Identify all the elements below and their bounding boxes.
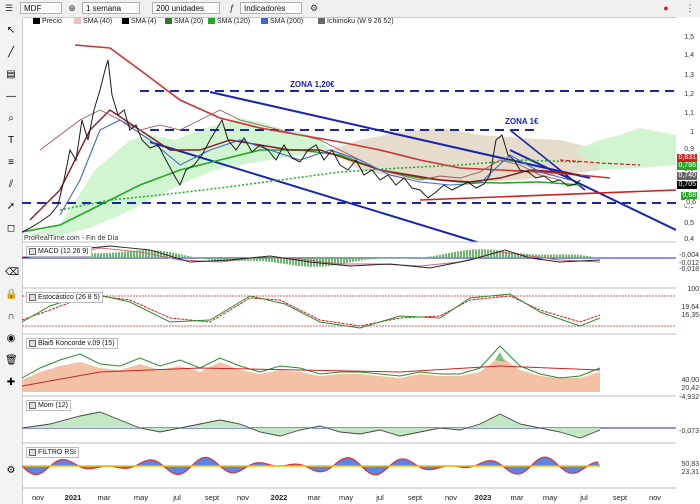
panel-label-mom[interactable]: Mom (12) <box>26 400 71 411</box>
panel-value: 100 <box>687 286 699 293</box>
panel-dividers <box>22 241 676 489</box>
alert-icon[interactable]: ● <box>660 2 672 14</box>
x-tick: nov <box>648 493 662 502</box>
x-tick: jul <box>376 493 384 502</box>
symbol-selector[interactable]: MDF <box>20 2 62 14</box>
panel-checkbox[interactable] <box>29 339 36 347</box>
panel-value: 16,35 <box>681 312 699 319</box>
kumo-cloud-green <box>28 118 330 235</box>
panel-title: Mom (12) <box>38 402 68 409</box>
panel-checkbox[interactable] <box>29 247 36 255</box>
x-tick: nov <box>444 493 458 502</box>
indicators-button[interactable]: Indicadores <box>240 2 302 14</box>
price-tag: 0,6 <box>685 199 697 207</box>
y-tick: 1,4 <box>684 52 694 59</box>
zona-low-label: ZONA 1€ <box>505 117 539 126</box>
x-tick: 2021 <box>64 493 82 502</box>
price-scale: 1,51,41,31,21,110,90,80,70,60,50,40,8310… <box>676 17 700 487</box>
panel-value: -0,073 <box>679 428 699 435</box>
mom-panel <box>21 411 676 439</box>
x-tick: 2022 <box>270 493 288 502</box>
y-tick: 1,5 <box>684 34 694 41</box>
price-tag: 0,831 <box>677 154 697 162</box>
macd-panel <box>21 245 676 269</box>
price-tag: 0,705 <box>677 181 697 189</box>
panel-value: 50,83 <box>681 461 699 468</box>
panel-title: Estocástico (26 8 5) <box>38 294 100 301</box>
timeframe-selector[interactable]: 1 semana <box>82 2 140 14</box>
x-tick: sept <box>612 493 628 502</box>
y-tick: 1,3 <box>684 72 694 79</box>
settings-icon[interactable]: ⚙ <box>308 2 320 14</box>
x-tick: may <box>542 493 558 502</box>
y-tick: 0,5 <box>684 220 694 227</box>
x-tick: nov <box>31 493 45 502</box>
top-toolbar: ☰ MDF ⊕ 1 semana 200 unidades ƒ Indicado… <box>0 0 700 18</box>
price-tag: 0,740 <box>677 172 697 180</box>
y-tick: 1,2 <box>684 91 694 98</box>
panel-title: FILTRO RSI <box>38 449 76 456</box>
menu-icon[interactable]: ☰ <box>3 2 15 14</box>
red-support-line <box>419 189 676 201</box>
x-tick: mar <box>97 493 111 502</box>
x-tick: jul <box>173 493 181 502</box>
y-tick: 1 <box>690 129 694 136</box>
panel-value: 40,00 <box>681 377 699 384</box>
panel-value: 20,42 <box>681 385 699 392</box>
x-tick: jul <box>580 493 588 502</box>
x-tick: mar <box>307 493 321 502</box>
options-icon[interactable]: ⋮ <box>684 2 696 14</box>
indicators-icon[interactable]: ƒ <box>226 2 238 14</box>
x-tick: may <box>133 493 149 502</box>
x-tick: nov <box>236 493 250 502</box>
panel-title: Blai5 Koncorde v.09 (15) <box>38 340 115 347</box>
panel-label-stoch[interactable]: Estocástico (26 8 5) <box>26 292 103 303</box>
x-tick: sept <box>407 493 423 502</box>
panel-checkbox[interactable] <box>29 448 36 456</box>
panel-label-macd[interactable]: MACD (12 26 9) <box>26 246 92 257</box>
price-chart[interactable] <box>0 17 676 504</box>
zona-high-label: ZONA 1,20€ <box>290 80 335 89</box>
x-tick: mar <box>510 493 524 502</box>
panel-value: -0,018 <box>679 266 699 273</box>
panel-checkbox[interactable] <box>29 401 36 409</box>
panel-checkbox[interactable] <box>29 293 36 301</box>
y-tick: 1,1 <box>684 110 694 117</box>
price-tag: 0,786 <box>677 162 697 170</box>
x-tick: 2023 <box>474 493 492 502</box>
panel-value: 19,64 <box>681 304 699 311</box>
koncorde-panel <box>21 345 601 392</box>
x-tick: may <box>338 493 354 502</box>
panel-value: -0,004 <box>679 252 699 259</box>
panel-value: -4,932 <box>679 394 699 401</box>
y-tick: 0,9 <box>684 146 694 153</box>
panel-label-rsi[interactable]: FILTRO RSI <box>26 447 79 458</box>
units-selector[interactable]: 200 unidades <box>152 2 220 14</box>
panel-label-koncorde[interactable]: Blai5 Koncorde v.09 (15) <box>26 338 118 349</box>
y-tick: 0,4 <box>684 236 694 243</box>
watermark: ProRealTime.com - Fin de Día <box>24 235 119 242</box>
panel-value: 23,31 <box>681 469 699 476</box>
panel-title: MACD (12 26 9) <box>38 248 89 255</box>
link-icon[interactable]: ⊕ <box>66 2 78 14</box>
rsi-panel <box>21 456 600 476</box>
stoch-panel <box>21 292 676 329</box>
x-tick: sept <box>204 493 220 502</box>
